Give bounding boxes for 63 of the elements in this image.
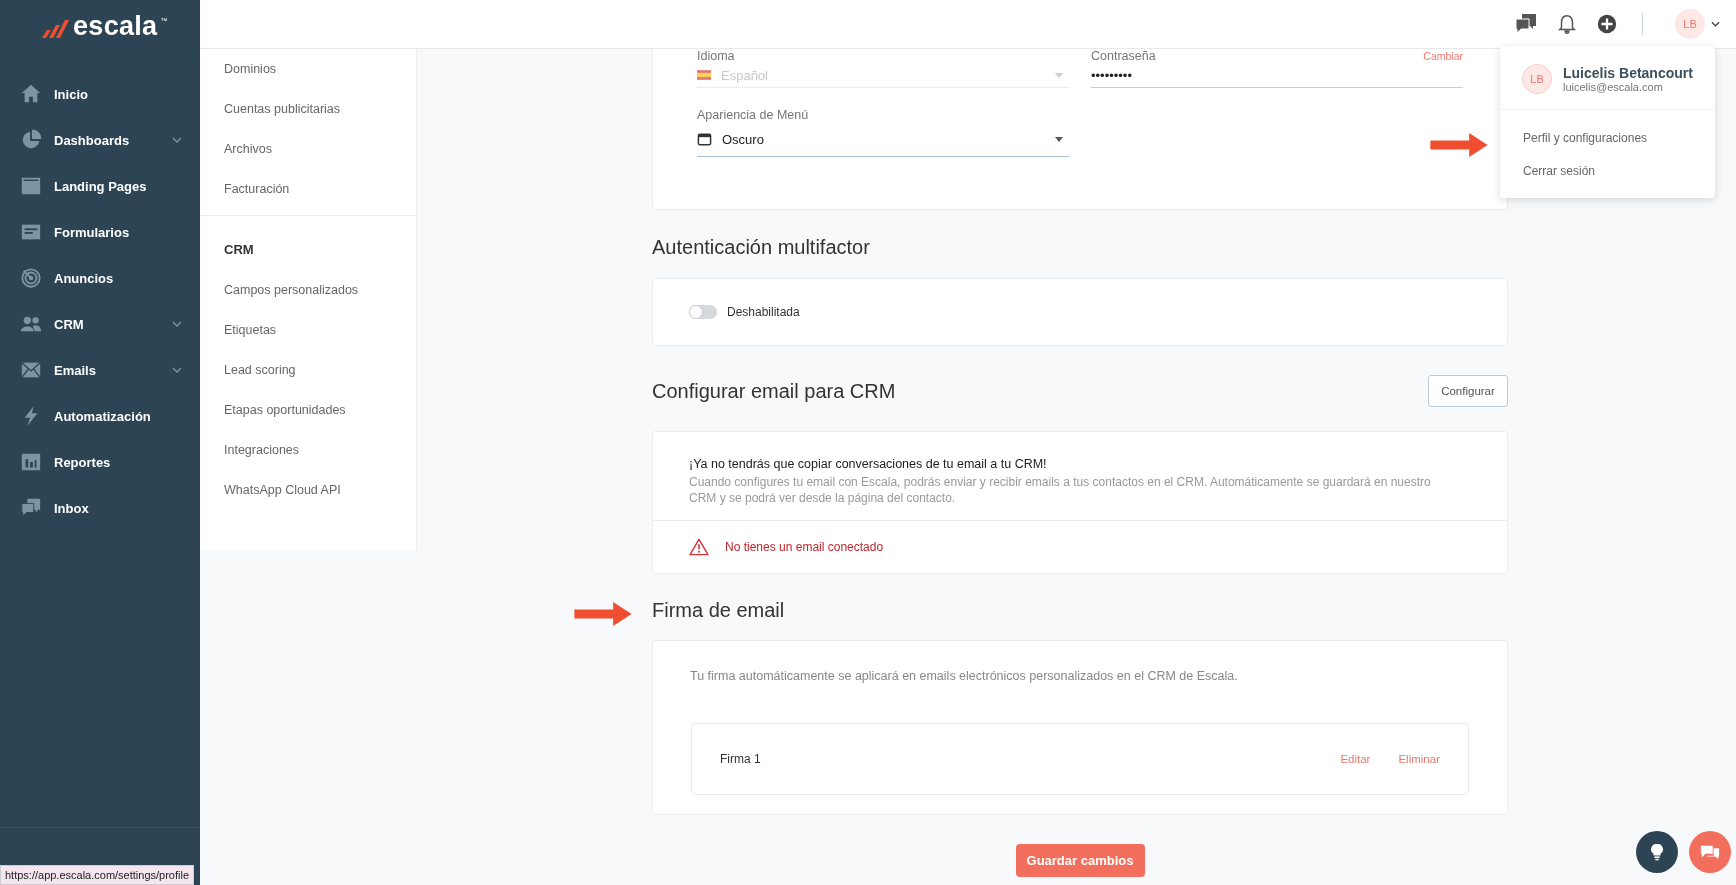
chat-button[interactable]	[1689, 831, 1731, 873]
settings-nav-item[interactable]: Campos personalizados	[224, 270, 416, 310]
description-text: Tu firma automáticamente se aplicará en emails electrónicos personalizados en el CRM de Escala.	[689, 668, 1239, 685]
toggle-switch[interactable]	[689, 305, 717, 319]
settings-nav-item[interactable]: Dominios	[224, 49, 416, 89]
lightbulb-icon	[1650, 843, 1664, 861]
target-icon	[20, 267, 42, 289]
signature-name: Firma 1	[720, 752, 761, 766]
sidebar-item[interactable]: Inicio	[0, 78, 200, 110]
section-title: Autenticación multifactor	[652, 235, 871, 259]
warning-icon	[689, 538, 709, 556]
caret-icon	[1711, 21, 1720, 27]
help-button[interactable]	[1636, 831, 1678, 873]
user-avatar: LB	[1522, 64, 1552, 94]
password-field[interactable]: •••••••••	[1091, 63, 1463, 88]
bell-icon	[1556, 13, 1578, 35]
settings-nav-item[interactable]: Cuentas publicitarias	[224, 89, 416, 129]
sidebar-item[interactable]: Anuncios	[0, 262, 200, 294]
settings-nav-item[interactable]: WhatsApp Cloud API	[224, 470, 416, 510]
sidebar-item[interactable]: CRM	[0, 308, 200, 340]
browser-window-icon	[20, 175, 42, 197]
menu-item[interactable]: Perfil y configuraciones	[1500, 122, 1715, 155]
field-label: Apariencia de Menú	[697, 108, 809, 122]
sidebar-item[interactable]: Emails	[0, 354, 200, 386]
sidebar-item[interactable]: Formularios	[0, 216, 200, 248]
logo-text: escala	[73, 12, 158, 40]
sidebar-item[interactable]: Landing Pages	[0, 170, 200, 202]
settings-nav-item[interactable]: Facturación	[224, 169, 416, 209]
settings-nav-item[interactable]: Archivos	[224, 129, 416, 169]
settings-nav-item[interactable]: Integraciones	[224, 430, 416, 470]
bar-chart-icon	[20, 451, 42, 473]
toggle-label: Deshabilitada	[727, 305, 800, 319]
nav-section-title: CRM	[224, 241, 255, 259]
envelope-icon	[20, 359, 42, 381]
menu-item[interactable]: Cerrar sesión	[1500, 155, 1715, 188]
sidebar-item[interactable]: Dashboards	[0, 124, 200, 156]
field-label: Idioma	[697, 49, 735, 63]
description-text: Cuando configures tu email con Escala, podrás enviar y recibir emails a tus contactos en el CRM. Automáticamente se guardará en nuestro CRM y se podrá ver desde la página del contacto.	[689, 474, 1432, 506]
field-label: Contraseña	[1091, 49, 1156, 63]
sidebar-item[interactable]: Inbox	[0, 492, 200, 524]
sidebar-item[interactable]: Automatización	[0, 400, 200, 432]
home-icon	[20, 83, 42, 105]
plus-icon	[1596, 13, 1618, 35]
flag-icon	[697, 70, 711, 80]
section-title: Firma de email	[652, 598, 786, 622]
dropdown-arrow-icon	[1055, 72, 1063, 78]
select-field[interactable]: Oscuro	[697, 122, 1069, 157]
settings-nav-item[interactable]: Lead scoring	[224, 350, 416, 390]
warning-text: No tienes un email conectado	[725, 540, 884, 554]
user-email: luicelis@escala.com	[1563, 81, 1664, 93]
configure-button[interactable]: Configurar	[1428, 375, 1508, 407]
dropdown-arrow-icon	[1055, 136, 1063, 142]
section-title: Configurar email para CRM	[652, 379, 896, 403]
settings-nav-item[interactable]: Etapas oportunidades	[224, 390, 416, 430]
status-url: https://app.escala.com/settings/profile	[0, 865, 195, 885]
settings-nav-item[interactable]: Etiquetas	[224, 310, 416, 350]
logo-mark-icon	[40, 18, 70, 40]
window-icon	[697, 131, 712, 147]
pie-chart-icon	[20, 129, 42, 151]
user-name: Luicelis Betancourt	[1563, 65, 1693, 81]
headline-text: ¡Ya no tendrás que copiar conversaciones de tu email a tu CRM!	[689, 457, 1048, 471]
sidebar-item[interactable]: Reportes	[0, 446, 200, 478]
chat-bubbles-icon	[20, 497, 42, 519]
